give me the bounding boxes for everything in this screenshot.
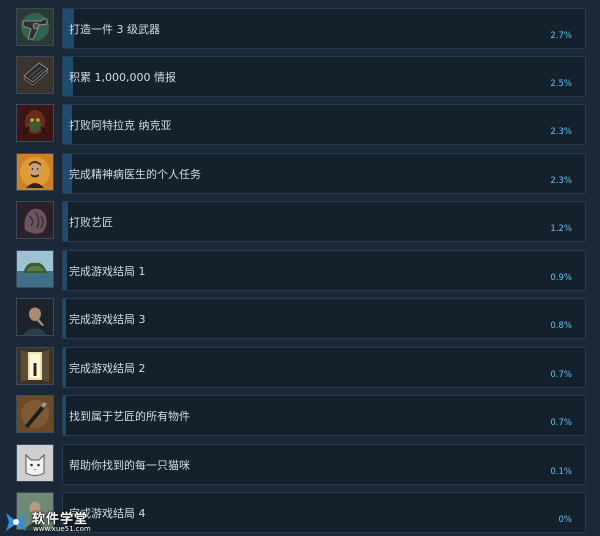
achievement-percent: 2.3% <box>550 176 572 186</box>
man-portrait-icon <box>16 298 54 336</box>
flesh-creature-icon <box>16 201 54 239</box>
achievement-name: 积累 1,000,000 情报 <box>69 71 176 84</box>
achievement-name: 打败艺匠 <box>69 216 113 229</box>
progress-bar: 完成精神病医生的个人任务 2.3% <box>62 153 586 194</box>
revolver-icon <box>16 8 54 46</box>
achievement-row[interactable]: 完成游戏结局 2 0.7% <box>16 347 586 388</box>
doctor-portrait-icon <box>16 153 54 191</box>
achievement-name: 找到属于艺匠的所有物件 <box>69 410 190 423</box>
achievement-percent: 0% <box>558 515 573 525</box>
achievement-name: 帮助你找到的每一只猫咪 <box>69 459 190 472</box>
watermark-url: www.xue51.com <box>33 525 91 533</box>
achievement-row[interactable]: 积累 1,000,000 情报 2.5% <box>16 56 586 97</box>
doorway-light-icon <box>16 347 54 385</box>
progress-fill <box>63 251 67 290</box>
achievement-list: 打造一件 3 级武器 2.7% 积累 1,000,000 情报 2.5% 打败阿… <box>0 0 600 536</box>
achievement-percent: 0.7% <box>550 418 572 428</box>
achievement-percent: 2.3% <box>550 127 572 137</box>
progress-fill <box>63 348 66 387</box>
progress-bar: 积累 1,000,000 情报 2.5% <box>62 56 586 97</box>
island-icon <box>16 250 54 288</box>
progress-fill <box>63 202 68 241</box>
carving-tool-icon <box>16 395 54 433</box>
achievement-percent: 0.9% <box>550 273 572 283</box>
progress-fill <box>63 396 66 435</box>
achievement-percent: 0.7% <box>550 370 572 380</box>
achievement-name: 打败阿特拉克 纳克亚 <box>69 119 172 132</box>
achievement-row[interactable]: 完成游戏结局 3 0.8% <box>16 298 586 339</box>
achievement-row[interactable]: 打败艺匠 1.2% <box>16 201 586 242</box>
achievement-row[interactable]: 打败阿特拉克 纳克亚 2.3% <box>16 104 586 145</box>
achievement-row[interactable]: 完成精神病医生的个人任务 2.3% <box>16 153 586 194</box>
achievement-name: 完成精神病医生的个人任务 <box>69 168 201 181</box>
progress-bar: 打败阿特拉克 纳克亚 2.3% <box>62 104 586 145</box>
achievement-row[interactable]: 完成游戏结局 1 0.9% <box>16 250 586 291</box>
progress-bar: 打败艺匠 1.2% <box>62 201 586 242</box>
achievement-name: 完成游戏结局 1 <box>69 265 146 278</box>
achievement-name: 完成游戏结局 2 <box>69 362 146 375</box>
progress-bar: 完成游戏结局 2 0.7% <box>62 347 586 388</box>
achievement-row[interactable]: 打造一件 3 级武器 2.7% <box>16 8 586 49</box>
achievement-percent: 2.7% <box>550 31 572 41</box>
progress-bar: 帮助你找到的每一只猫咪 0.1% <box>62 444 586 485</box>
progress-bar: 找到属于艺匠的所有物件 0.7% <box>62 395 586 436</box>
achievement-percent: 0.8% <box>550 321 572 331</box>
cat-icon <box>16 444 54 482</box>
progress-bar: 打造一件 3 级武器 2.7% <box>62 8 586 49</box>
progress-bar: 完成游戏结局 3 0.8% <box>62 298 586 339</box>
spider-monster-icon <box>16 104 54 142</box>
progress-bar: 完成游戏结局 1 0.9% <box>62 250 586 291</box>
documents-icon <box>16 56 54 94</box>
achievement-name: 完成游戏结局 3 <box>69 313 146 326</box>
achievement-percent: 1.2% <box>550 224 572 234</box>
achievement-percent: 2.5% <box>550 79 572 89</box>
progress-bar: 完成游戏结局 4 0% <box>62 492 586 533</box>
achievement-row[interactable]: 找到属于艺匠的所有物件 0.7% <box>16 395 586 436</box>
achievement-row[interactable]: 帮助你找到的每一只猫咪 0.1% <box>16 444 586 485</box>
watermark: 软件学堂 www.xue51.com <box>0 500 140 536</box>
achievement-percent: 0.1% <box>550 467 572 477</box>
achievement-name: 打造一件 3 级武器 <box>69 23 160 36</box>
progress-fill <box>63 299 66 338</box>
watermark-logo <box>6 513 26 531</box>
